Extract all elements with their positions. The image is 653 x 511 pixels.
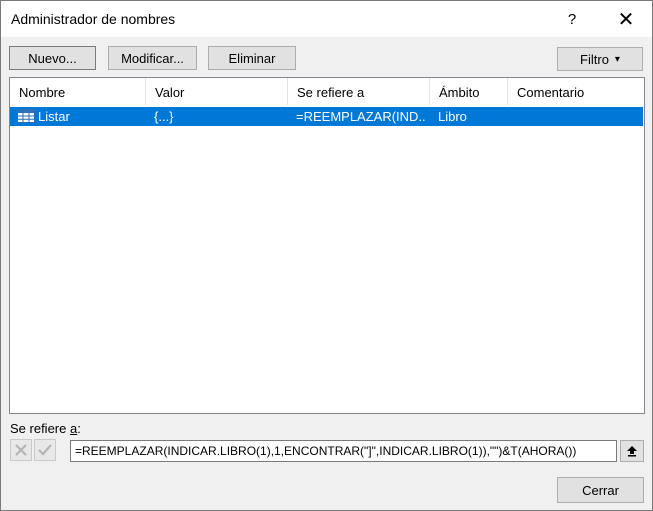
table-row[interactable]: Listar {...} =REEMPLAZAR(IND... Libro (10, 107, 643, 126)
filter-button-label: Filtro (580, 51, 609, 67)
close-button-label: Cerrar (582, 482, 619, 498)
delete-button-label: Eliminar (228, 50, 276, 66)
refers-to-input[interactable]: =REEMPLAZAR(INDICAR.LIBRO(1),1,ENCONTRAR… (70, 440, 617, 462)
names-list[interactable]: Nombre Valor Se refiere a Ámbito Comenta… (9, 77, 645, 414)
refers-to-label-colon: : (77, 421, 81, 436)
new-button[interactable]: Nuevo... (9, 46, 96, 70)
filter-button[interactable]: Filtro ▾ (557, 47, 643, 71)
close-button[interactable]: Cerrar (557, 477, 644, 503)
row-comment (516, 107, 636, 126)
edit-button-label: Modificar... (121, 50, 184, 66)
cancel-edit-icon[interactable] (10, 439, 32, 461)
help-button[interactable]: ? (549, 1, 595, 37)
row-name: Listar (38, 109, 70, 124)
column-header-scope[interactable]: Ámbito (430, 78, 508, 105)
name-manager-dialog: Administrador de nombres ? ✕ Nuevo... Mo… (0, 0, 653, 511)
new-button-label: Nuevo... (28, 50, 77, 66)
column-header-value[interactable]: Valor (146, 78, 288, 105)
collapse-dialog-icon[interactable] (620, 440, 644, 462)
title-bar: Administrador de nombres ? ✕ (1, 1, 652, 37)
close-icon[interactable]: ✕ (603, 1, 649, 37)
table-grid-icon (17, 109, 35, 126)
chevron-down-icon: ▾ (614, 53, 620, 65)
row-scope: Libro (438, 109, 467, 124)
column-header-name[interactable]: Nombre (10, 78, 146, 105)
confirm-edit-icon[interactable] (34, 439, 56, 461)
column-header-refers-to[interactable]: Se refiere a (288, 78, 430, 105)
column-header-comment[interactable]: Comentario (508, 78, 644, 105)
row-refers-to: =REEMPLAZAR(IND... (296, 109, 426, 124)
row-value: {...} (154, 109, 174, 124)
list-header: Nombre Valor Se refiere a Ámbito Comenta… (10, 78, 644, 105)
refers-to-label-text: Se refiere (10, 421, 70, 436)
refers-to-label: Se refiere a: (10, 421, 81, 436)
dialog-title: Administrador de nombres (11, 11, 176, 27)
edit-button[interactable]: Modificar... (108, 46, 197, 70)
delete-button[interactable]: Eliminar (208, 46, 296, 70)
